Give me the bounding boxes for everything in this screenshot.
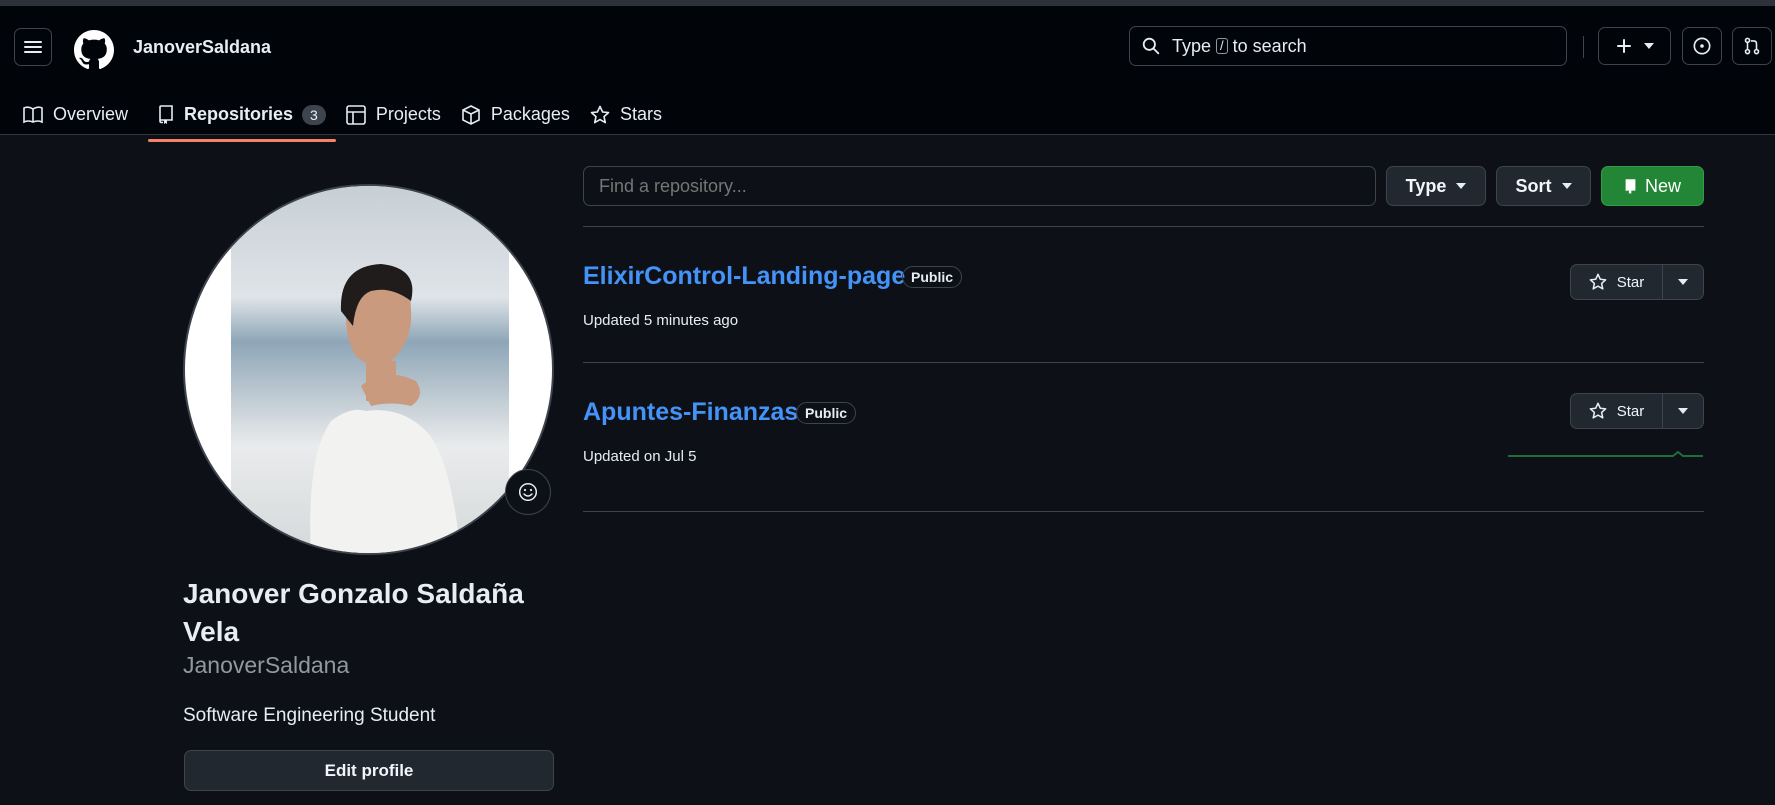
person-silhouette xyxy=(310,264,461,553)
star-button-group: Star xyxy=(1570,264,1704,300)
star-label: Star xyxy=(1616,402,1645,420)
sort-button[interactable]: Sort xyxy=(1496,166,1591,206)
star-icon xyxy=(1589,402,1607,419)
visibility-badge: Public xyxy=(796,402,857,424)
book-icon xyxy=(23,105,43,123)
header-username[interactable]: JanoverSaldana xyxy=(133,37,271,58)
tab-stars[interactable]: Stars xyxy=(580,88,672,141)
tab-projects[interactable]: Projects xyxy=(336,88,451,141)
tab-label: Repositories xyxy=(184,104,294,124)
chevron-down-icon xyxy=(1643,43,1654,49)
caret-down-icon xyxy=(1678,279,1688,285)
profile-login: JanoverSaldana xyxy=(183,652,350,678)
star-button[interactable]: Star xyxy=(1571,394,1663,428)
repo-icon xyxy=(159,104,173,124)
repository-count-badge: 3 xyxy=(302,104,326,125)
issue-opened-icon xyxy=(1693,37,1711,55)
table-icon xyxy=(346,104,366,125)
smiley-icon xyxy=(518,482,538,502)
repo-updated-text: Updated on Jul 5 xyxy=(583,448,697,465)
repo-name-link[interactable]: ElixirControl-Landing-page xyxy=(583,262,905,291)
new-label: New xyxy=(1644,175,1681,196)
list-divider xyxy=(583,226,1704,227)
tab-label: Stars xyxy=(619,104,662,124)
package-icon xyxy=(462,104,480,125)
list-divider xyxy=(583,511,1704,512)
star-button[interactable]: Star xyxy=(1571,265,1663,299)
header-divider xyxy=(1583,36,1584,58)
tab-packages[interactable]: Packages xyxy=(451,88,580,141)
tab-overview[interactable]: Overview xyxy=(13,88,138,141)
repo-updated-text: Updated 5 minutes ago xyxy=(583,312,739,329)
issues-button[interactable] xyxy=(1682,27,1722,65)
global-header: JanoverSaldana Type / to search Overview… xyxy=(0,6,1775,142)
caret-down-icon xyxy=(1456,183,1467,189)
caret-down-icon xyxy=(1678,408,1688,414)
repo-icon xyxy=(1625,178,1636,194)
tab-label: Packages xyxy=(490,104,570,124)
repo-name-link[interactable]: Apuntes-Finanzas xyxy=(583,398,798,427)
activity-sparkline xyxy=(1508,450,1703,457)
caret-down-icon xyxy=(1561,183,1572,189)
tab-repositories[interactable]: Repositories 3 xyxy=(148,88,336,142)
star-list-dropdown[interactable] xyxy=(1663,394,1703,428)
type-filter-label: Type xyxy=(1405,175,1447,196)
plus-icon xyxy=(1616,39,1631,53)
github-logo-icon[interactable] xyxy=(74,30,114,70)
list-divider xyxy=(583,362,1704,363)
type-filter-button[interactable]: Type xyxy=(1386,166,1486,206)
star-list-dropdown[interactable] xyxy=(1663,265,1703,299)
search-shortcut-key: / xyxy=(1216,38,1228,54)
profile-full-name: Janover Gonzalo Saldaña Vela xyxy=(183,578,524,647)
edit-profile-button[interactable]: Edit profile xyxy=(184,750,554,791)
star-label: Star xyxy=(1616,273,1645,291)
profile-tabs: Overview Repositories 3 Projects Package… xyxy=(0,88,672,142)
find-repository-input[interactable] xyxy=(583,166,1376,206)
search-suffix: to search xyxy=(1232,35,1307,56)
star-icon xyxy=(590,105,610,123)
pull-requests-button[interactable] xyxy=(1732,27,1772,65)
search-icon xyxy=(1142,37,1160,55)
hamburger-icon xyxy=(24,41,42,53)
tab-label: Overview xyxy=(53,104,129,124)
visibility-badge: Public xyxy=(902,266,963,288)
menu-button[interactable] xyxy=(14,28,52,66)
create-new-button[interactable] xyxy=(1598,27,1671,65)
set-status-button[interactable] xyxy=(505,469,551,515)
search-prefix: Type xyxy=(1172,35,1212,56)
avatar-photo xyxy=(231,186,509,553)
profile-bio: Software Engineering Student xyxy=(183,705,436,726)
star-button-group: Star xyxy=(1570,393,1704,429)
search-input[interactable]: Type / to search xyxy=(1129,26,1567,66)
tab-label: Projects xyxy=(375,104,441,124)
star-icon xyxy=(1589,273,1607,290)
avatar[interactable] xyxy=(183,184,554,555)
new-repository-button[interactable]: New xyxy=(1601,166,1704,206)
git-pull-request-icon xyxy=(1744,37,1760,55)
sort-label: Sort xyxy=(1515,175,1552,196)
